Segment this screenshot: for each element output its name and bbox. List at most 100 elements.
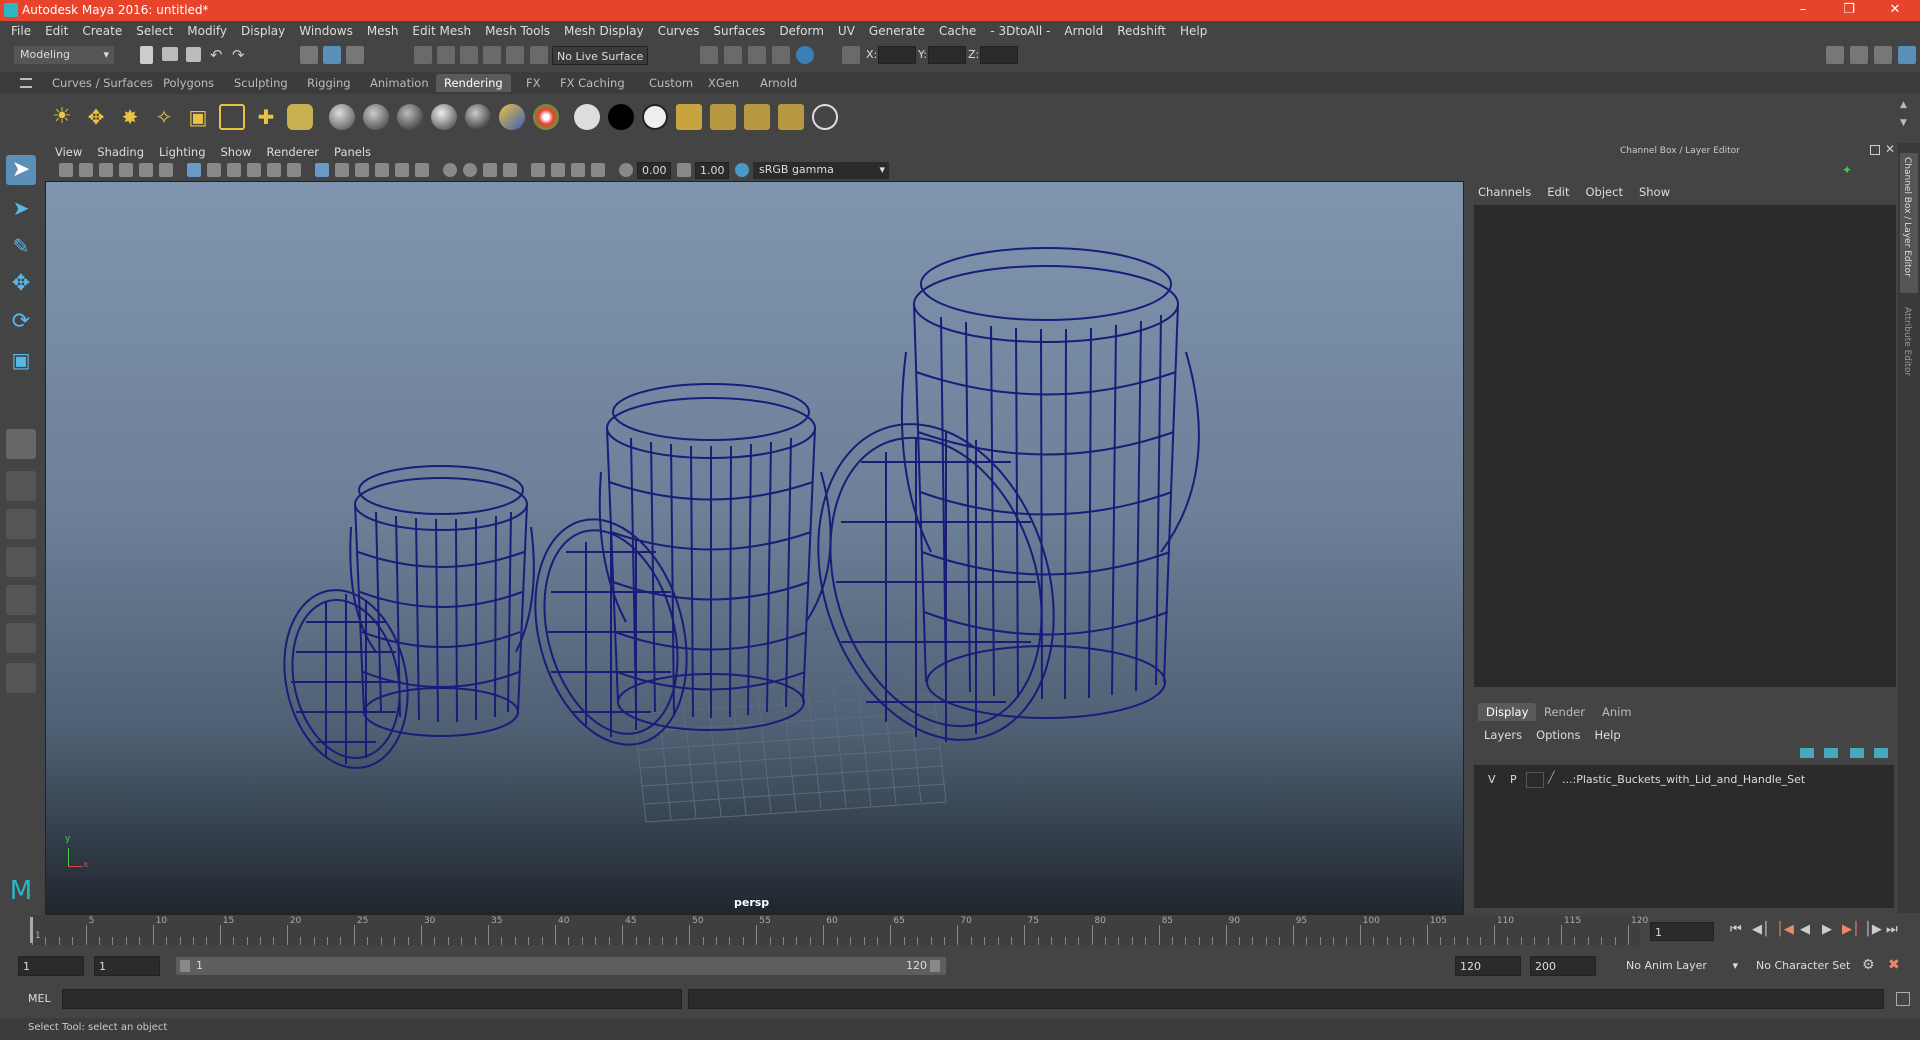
menu-mesh-tools[interactable]: Mesh Tools [478, 24, 557, 38]
use-all-lights-icon[interactable] [415, 163, 429, 177]
menu-uv[interactable]: UV [831, 24, 862, 38]
menu-edit[interactable]: Edit [38, 24, 75, 38]
viewport-menu-panels[interactable]: Panels [334, 145, 371, 159]
channel-box-menu-object[interactable]: Object [1586, 185, 1623, 199]
go-to-start-icon[interactable]: ⏮ [1730, 922, 1742, 937]
save-scene-icon[interactable] [186, 47, 201, 62]
maya-home-icon[interactable]: M [6, 876, 36, 906]
use-default-material-icon[interactable] [355, 163, 369, 177]
play-forwards-icon[interactable]: ▶ [1822, 922, 1832, 937]
shelf-tab-animation[interactable]: Animation [362, 74, 437, 92]
menu-modify[interactable]: Modify [180, 24, 234, 38]
layer-move-down-icon[interactable] [1824, 748, 1838, 758]
shelf-tab-rendering[interactable]: Rendering [436, 74, 511, 92]
shelf-tab-sculpting[interactable]: Sculpting [226, 74, 296, 92]
bucket-small[interactable] [269, 465, 535, 780]
layer-name[interactable]: ...:Plastic_Buckets_with_Lid_and_Handle_… [1562, 773, 1805, 786]
move-tool-icon[interactable]: ✥ [6, 269, 36, 299]
go-to-end-icon[interactable]: ⏭ [1886, 922, 1898, 937]
black-sphere-icon[interactable] [608, 104, 634, 130]
menu-arnold[interactable]: Arnold [1057, 24, 1110, 38]
bucket-large[interactable] [779, 247, 1200, 771]
layer-tab-display[interactable]: Display [1478, 703, 1537, 721]
shelf-tab-polygons[interactable]: Polygons [155, 74, 222, 92]
channel-box-content[interactable] [1474, 205, 1896, 687]
custom-layout-icon[interactable] [6, 663, 36, 693]
ambient-occlusion-icon[interactable] [463, 163, 477, 177]
snap-curve-icon[interactable] [437, 46, 455, 64]
rotate-tool-icon[interactable]: ⟳ [6, 307, 36, 337]
ramp-shader-icon[interactable] [499, 104, 525, 130]
image-plane-icon[interactable] [119, 163, 133, 177]
camera-attributes-icon[interactable] [79, 163, 93, 177]
close-button[interactable]: ✕ [1872, 0, 1918, 21]
viewport-menu-show[interactable]: Show [221, 145, 252, 159]
new-layer-icon[interactable] [1850, 748, 1864, 758]
step-forward-frame-icon[interactable]: ▶│ [1842, 922, 1860, 937]
close-panel-icon[interactable]: ✕ [1885, 142, 1895, 156]
current-frame-input[interactable]: 1 [1650, 922, 1714, 941]
menu-cache[interactable]: Cache [932, 24, 983, 38]
animation-end-input[interactable]: 120 [1455, 956, 1521, 976]
hypershade-shelf-icon[interactable] [812, 104, 838, 130]
persp-outliner-layout-icon[interactable] [6, 547, 36, 577]
color-management-icon[interactable] [735, 163, 749, 177]
preferences-icon[interactable]: ✖ [1888, 957, 1900, 973]
perspective-viewport[interactable]: y x persp [45, 181, 1464, 915]
isolate-select-icon[interactable] [531, 163, 545, 177]
channel-box-menu-edit[interactable]: Edit [1547, 185, 1569, 199]
menu-generate[interactable]: Generate [862, 24, 932, 38]
viewport-menu-shading[interactable]: Shading [97, 145, 144, 159]
shelf-tab-custom[interactable]: Custom [641, 74, 701, 92]
render-texture-icon[interactable] [676, 104, 702, 130]
range-slider-end-handle[interactable] [930, 960, 940, 972]
layer-menu-help[interactable]: Help [1594, 728, 1620, 742]
open-scene-icon[interactable] [162, 47, 178, 61]
select-camera-icon[interactable] [59, 163, 73, 177]
menu-windows[interactable]: Windows [292, 24, 360, 38]
menu-surfaces[interactable]: Surfaces [706, 24, 772, 38]
snap-grid-icon[interactable] [414, 46, 432, 64]
layer-menu-layers[interactable]: Layers [1484, 728, 1522, 742]
side-tab-attribute-editor[interactable]: Attribute Editor [1900, 303, 1918, 413]
menu-deform[interactable]: Deform [772, 24, 831, 38]
menu-help[interactable]: Help [1173, 24, 1214, 38]
lambert-sphere-icon[interactable] [363, 104, 389, 130]
menu-3dtoall[interactable]: - 3DtoAll - [983, 24, 1057, 38]
grease-pencil-icon[interactable] [159, 163, 173, 177]
y-input[interactable] [928, 46, 966, 64]
end-time-input[interactable]: 200 [1530, 956, 1596, 976]
scale-tool-icon[interactable]: ▣ [6, 345, 36, 375]
time-slider[interactable]: 1 5 10 15 20 25 30 35 40 45 50 55 60 65 70 75 80 85 90 95 10… [30, 915, 1648, 945]
toggle-channel-box-icon[interactable] [1898, 46, 1916, 64]
xray-components-icon[interactable] [591, 163, 605, 177]
anim-layer-dropdown[interactable]: No Anim Layer ▾ [1620, 956, 1742, 976]
anti-aliasing-icon[interactable] [503, 163, 517, 177]
batch-render-icon[interactable] [710, 104, 736, 130]
minimize-button[interactable]: – [1780, 0, 1826, 21]
new-layer-selected-icon[interactable] [1874, 748, 1888, 758]
script-editor-icon[interactable] [1896, 992, 1910, 1006]
four-view-layout-icon[interactable] [6, 509, 36, 539]
shelf-scroll-down-icon[interactable]: ▼ [1900, 118, 1907, 128]
mode-dropdown[interactable]: Modeling ▾ [14, 46, 114, 64]
snap-view-icon[interactable] [483, 46, 501, 64]
render-current-icon[interactable] [724, 46, 742, 64]
color-wheel-icon[interactable] [533, 104, 559, 130]
paint-select-tool-icon[interactable]: ✎ [6, 231, 36, 261]
select-object-icon[interactable] [323, 46, 341, 64]
range-slider-start-handle[interactable] [180, 960, 190, 972]
layer-visibility-toggle[interactable]: V [1488, 773, 1496, 786]
gamma-icon[interactable] [677, 163, 691, 177]
range-slider[interactable]: 1 120 [176, 957, 946, 975]
shelf-tab-arnold[interactable]: Arnold [752, 74, 805, 92]
auto-key-icon[interactable]: ⚙ [1862, 957, 1875, 973]
viewport-menu-lighting[interactable]: Lighting [159, 145, 205, 159]
float-panel-icon[interactable] [1870, 145, 1880, 155]
menu-display[interactable]: Display [234, 24, 292, 38]
layer-row[interactable]: V P ╱ ...:Plastic_Buckets_with_Lid_and_H… [1482, 771, 1892, 789]
motion-blur-icon[interactable] [483, 163, 497, 177]
channel-box-menu-channels[interactable]: Channels [1478, 185, 1531, 199]
lasso-tool-icon[interactable]: ➤ [6, 193, 36, 223]
layer-tab-render[interactable]: Render [1536, 703, 1593, 721]
